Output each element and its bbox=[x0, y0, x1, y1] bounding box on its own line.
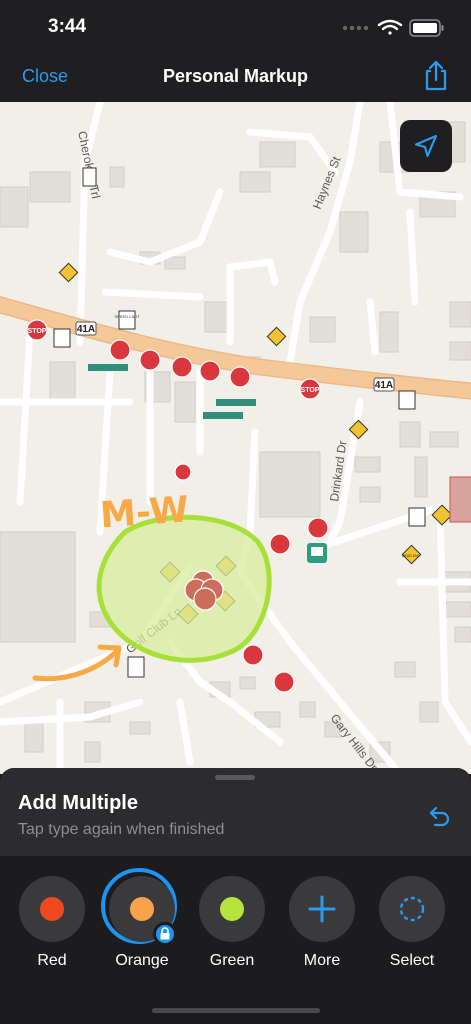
sheet-title: Add Multiple bbox=[18, 792, 138, 814]
tool-red-label: Red bbox=[37, 952, 67, 969]
route-shield-41a-west: 41A bbox=[77, 324, 95, 335]
buildings bbox=[0, 121, 471, 763]
dashed-circle-icon bbox=[399, 896, 425, 922]
tool-orange[interactable]: Orange bbox=[97, 868, 187, 974]
sheet-grabber[interactable] bbox=[215, 775, 255, 780]
wifi-icon bbox=[377, 19, 403, 35]
page-title: Personal Markup bbox=[162, 66, 309, 86]
home-indicator bbox=[152, 1008, 320, 1013]
tool-green[interactable]: Green bbox=[187, 874, 277, 974]
locate-button[interactable] bbox=[400, 120, 452, 172]
tool-select[interactable]: Select bbox=[367, 874, 457, 974]
dead-end-label: DEAD END bbox=[402, 554, 421, 558]
tool-bar: Red Orange Green More Select bbox=[0, 868, 471, 974]
markup-area-red[interactable] bbox=[449, 476, 471, 523]
map-canvas[interactable]: Cherokee Trl Haynes St Drinkard Dr Golf … bbox=[0, 102, 471, 774]
sheet-header: Add Multiple Tap type again when finishe… bbox=[0, 768, 471, 856]
battery-icon bbox=[409, 19, 444, 37]
red-dot-icon bbox=[40, 897, 64, 921]
markup-sheet: Add Multiple Tap type again when finishe… bbox=[0, 768, 471, 1024]
tool-red-circle[interactable] bbox=[19, 876, 85, 942]
nav-bar: Close Personal Markup bbox=[0, 52, 471, 102]
share-icon[interactable] bbox=[423, 60, 449, 92]
markup-handwritten-text[interactable]: M-W bbox=[99, 489, 191, 536]
status-bar: 3:44 bbox=[0, 0, 471, 52]
tool-more-circle[interactable] bbox=[289, 876, 355, 942]
tool-select-circle[interactable] bbox=[379, 876, 445, 942]
markup-arrow-orange[interactable] bbox=[32, 644, 122, 682]
location-arrow-icon bbox=[414, 134, 438, 158]
tool-more[interactable]: More bbox=[277, 874, 367, 974]
orange-dot-icon bbox=[130, 897, 154, 921]
stop-sign-label: STOP bbox=[301, 387, 320, 394]
status-time: 3:44 bbox=[48, 16, 87, 37]
lock-icon bbox=[160, 927, 170, 940]
tool-green-label: Green bbox=[209, 952, 255, 969]
tool-select-label: Select bbox=[389, 952, 435, 969]
signal-icon bbox=[342, 25, 369, 31]
tool-green-circle[interactable] bbox=[199, 876, 265, 942]
status-icons bbox=[342, 19, 444, 37]
speed-limit-label: SPEED LIMIT bbox=[115, 314, 140, 319]
tool-orange-label: Orange bbox=[115, 952, 169, 969]
green-dot-icon bbox=[220, 897, 244, 921]
markup-lasso-green[interactable] bbox=[96, 514, 272, 663]
plus-icon bbox=[308, 895, 336, 923]
lock-badge bbox=[153, 922, 177, 946]
undo-icon[interactable] bbox=[427, 804, 453, 830]
tool-red[interactable]: Red bbox=[7, 874, 97, 974]
stop-sign-label: STOP bbox=[28, 328, 47, 335]
map-view[interactable]: Cherokee Trl Haynes St Drinkard Dr Golf … bbox=[0, 102, 471, 774]
route-shield-41a-east: 41A bbox=[375, 380, 393, 391]
tool-more-label: More bbox=[303, 952, 341, 969]
street-label-cherokee: Cherokee Trl bbox=[75, 130, 103, 200]
sheet-subtitle: Tap type again when finished bbox=[18, 821, 225, 838]
